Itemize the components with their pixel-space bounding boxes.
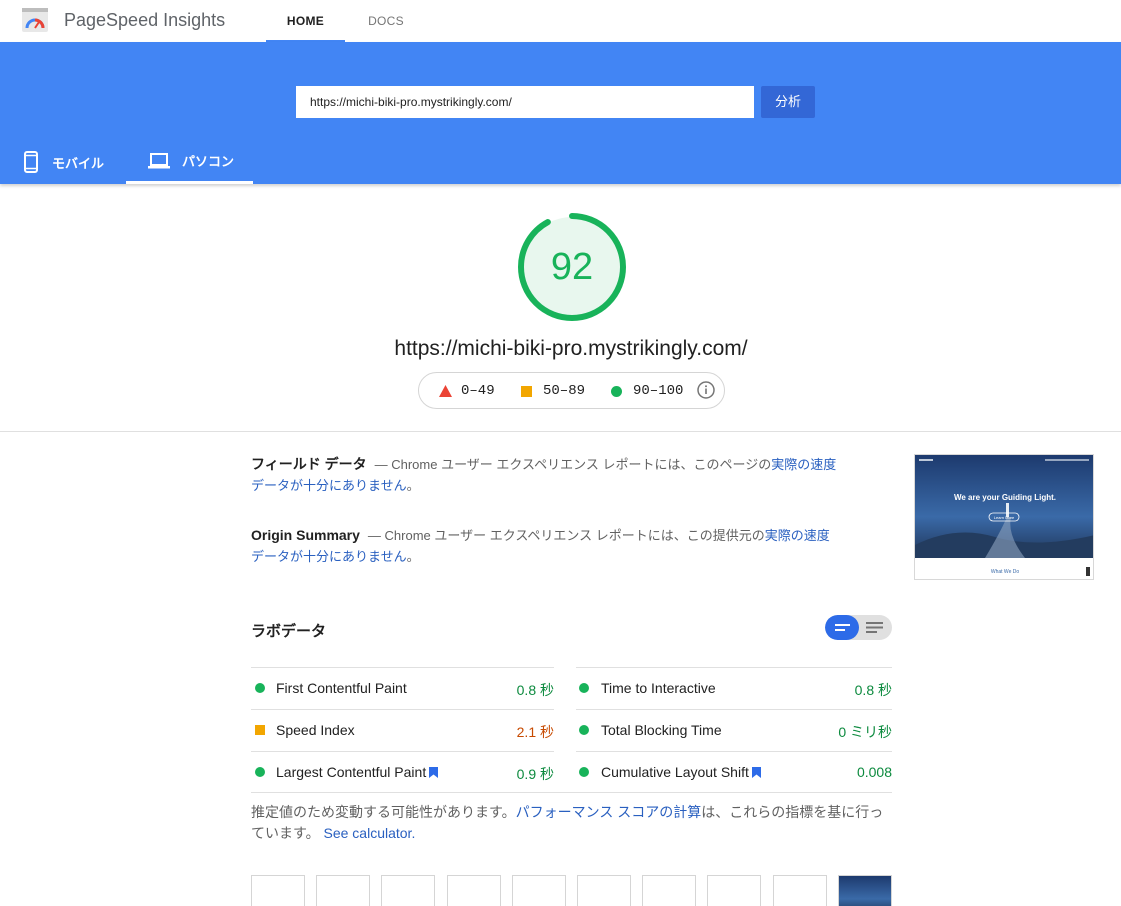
origin-summary-heading: Origin Summary xyxy=(251,527,360,543)
pass-circle-icon xyxy=(255,683,265,693)
filmstrip-frame xyxy=(707,875,761,906)
pass-circle-icon xyxy=(579,767,589,777)
analyzed-url: https://michi-biki-pro.mystrikingly.com/ xyxy=(394,337,748,360)
tab-mobile-label: モバイル xyxy=(52,155,105,171)
average-square-icon xyxy=(521,386,532,397)
filmstrip-frame-loaded xyxy=(838,875,892,906)
final-screenshot-thumbnail: We are your Guiding Light. Learn More Wh… xyxy=(914,454,1094,580)
metric-value: 0.8 秒 xyxy=(854,682,892,698)
filmstrip-frame xyxy=(316,875,370,906)
top-bar: PageSpeed Insights HOME DOCS xyxy=(0,0,1121,42)
metric-label-text: Speed Index xyxy=(276,722,355,738)
metric-row: Speed Index 2.1 秒 xyxy=(251,709,554,751)
metric-label: Cumulative Layout Shift xyxy=(601,764,761,780)
fail-triangle-icon xyxy=(439,385,452,397)
metric-row: Largest Contentful Paint 0.9 秒 xyxy=(251,751,554,793)
lab-data-title: ラボデータ xyxy=(251,623,327,640)
url-input[interactable] xyxy=(296,86,754,118)
info-icon[interactable] xyxy=(697,381,715,399)
average-square-icon xyxy=(255,725,265,735)
compact-list-icon xyxy=(835,624,850,631)
thumbnail-button: Learn More xyxy=(994,515,1015,520)
metric-row: Total Blocking Time 0 ミリ秒 xyxy=(576,709,892,751)
metric-label: Largest Contentful Paint xyxy=(276,764,439,780)
laptop-icon xyxy=(148,152,170,168)
app-title: PageSpeed Insights xyxy=(64,10,226,30)
field-data-heading: フィールド データ xyxy=(251,456,367,472)
metric-label-text: Total Blocking Time xyxy=(601,722,722,738)
legend-pass-range: 90–100 xyxy=(633,383,684,399)
metric-value: 2.1 秒 xyxy=(516,724,554,740)
thumbnail-footer: What We Do xyxy=(991,569,1019,575)
note-text: 推定値のため変動する可能性があります。 xyxy=(251,804,516,820)
metric-row: First Contentful Paint 0.8 秒 xyxy=(251,667,554,709)
pagespeed-logo-icon[interactable] xyxy=(22,8,48,32)
score-legend: 0–49 50–89 90–100 xyxy=(418,372,725,409)
score-calculation-link[interactable]: パフォーマンス スコアの計算 xyxy=(516,804,702,820)
metric-label: First Contentful Paint xyxy=(276,680,407,696)
filmstrip-frame xyxy=(447,875,501,906)
performance-score-value: 92 xyxy=(550,246,594,288)
filmstrip-frame xyxy=(642,875,696,906)
url-header: 分析 モバイル パソコン xyxy=(0,42,1121,184)
nav-tab-home[interactable]: HOME xyxy=(266,0,345,42)
field-data-section: フィールド データ — Chrome ユーザー エクスペリエンス レポートには、こ… xyxy=(251,454,841,496)
bookmark-icon[interactable] xyxy=(751,767,761,778)
thumbnail-headline: We are your Guiding Light. xyxy=(954,493,1056,502)
metrics-view-toggle[interactable] xyxy=(825,615,892,640)
metric-row: Cumulative Layout Shift 0.008 xyxy=(576,751,892,793)
metric-value: 0.008 xyxy=(856,764,892,780)
screenshot-image: We are your Guiding Light. Learn More Wh… xyxy=(915,455,1093,579)
tab-desktop[interactable]: パソコン xyxy=(126,140,253,184)
bookmark-icon[interactable] xyxy=(429,767,439,778)
filmstrip-frame xyxy=(773,875,827,906)
pass-circle-icon xyxy=(611,386,622,397)
smartphone-icon xyxy=(24,151,38,173)
metric-label: Time to Interactive xyxy=(601,680,716,696)
field-data-text-end: 。 xyxy=(406,478,420,493)
tab-desktop-label: パソコン xyxy=(182,154,235,169)
metric-label-text: First Contentful Paint xyxy=(276,680,407,696)
metric-value: 0.9 秒 xyxy=(516,766,554,782)
pass-circle-icon xyxy=(579,683,589,693)
field-data-text: — Chrome ユーザー エクスペリエンス レポートには、このページの xyxy=(374,457,772,472)
legend-fail-range: 0–49 xyxy=(461,383,495,399)
expanded-list-icon[interactable] xyxy=(859,615,892,640)
pass-circle-icon xyxy=(579,725,589,735)
metric-row: Time to Interactive 0.8 秒 xyxy=(576,667,892,709)
origin-summary-section: Origin Summary — Chrome ユーザー エクスペリエンス レポー… xyxy=(251,525,841,567)
analyze-button[interactable]: 分析 xyxy=(761,86,815,118)
metric-value: 0 ミリ秒 xyxy=(838,724,892,740)
pass-circle-icon xyxy=(255,767,265,777)
metric-label: Total Blocking Time xyxy=(601,722,722,738)
filmstrip-frame xyxy=(381,875,435,906)
metric-label-text: Largest Contentful Paint xyxy=(276,764,427,780)
nav-tab-docs[interactable]: DOCS xyxy=(352,0,420,42)
metrics-bottom-divider xyxy=(251,792,892,793)
metric-label-text: Time to Interactive xyxy=(601,680,716,696)
section-divider xyxy=(0,431,1121,432)
filmstrip-frame xyxy=(512,875,566,906)
filmstrip-frame xyxy=(251,875,305,906)
tab-mobile[interactable]: モバイル xyxy=(22,140,124,184)
toggle-compact-view[interactable] xyxy=(825,615,859,640)
legend-average-range: 50–89 xyxy=(543,383,586,399)
metric-label: Speed Index xyxy=(276,722,355,738)
estimate-note: 推定値のため変動する可能性があります。パフォーマンス スコアの計算は、これらの指… xyxy=(251,802,896,844)
metric-value: 0.8 秒 xyxy=(516,682,554,698)
see-calculator-link[interactable]: See calculator. xyxy=(324,825,416,841)
origin-summary-text: — Chrome ユーザー エクスペリエンス レポートには、この提供元の xyxy=(367,528,765,543)
origin-summary-text-end: 。 xyxy=(406,549,420,564)
metric-label-text: Cumulative Layout Shift xyxy=(601,764,749,780)
filmstrip-frame xyxy=(577,875,631,906)
